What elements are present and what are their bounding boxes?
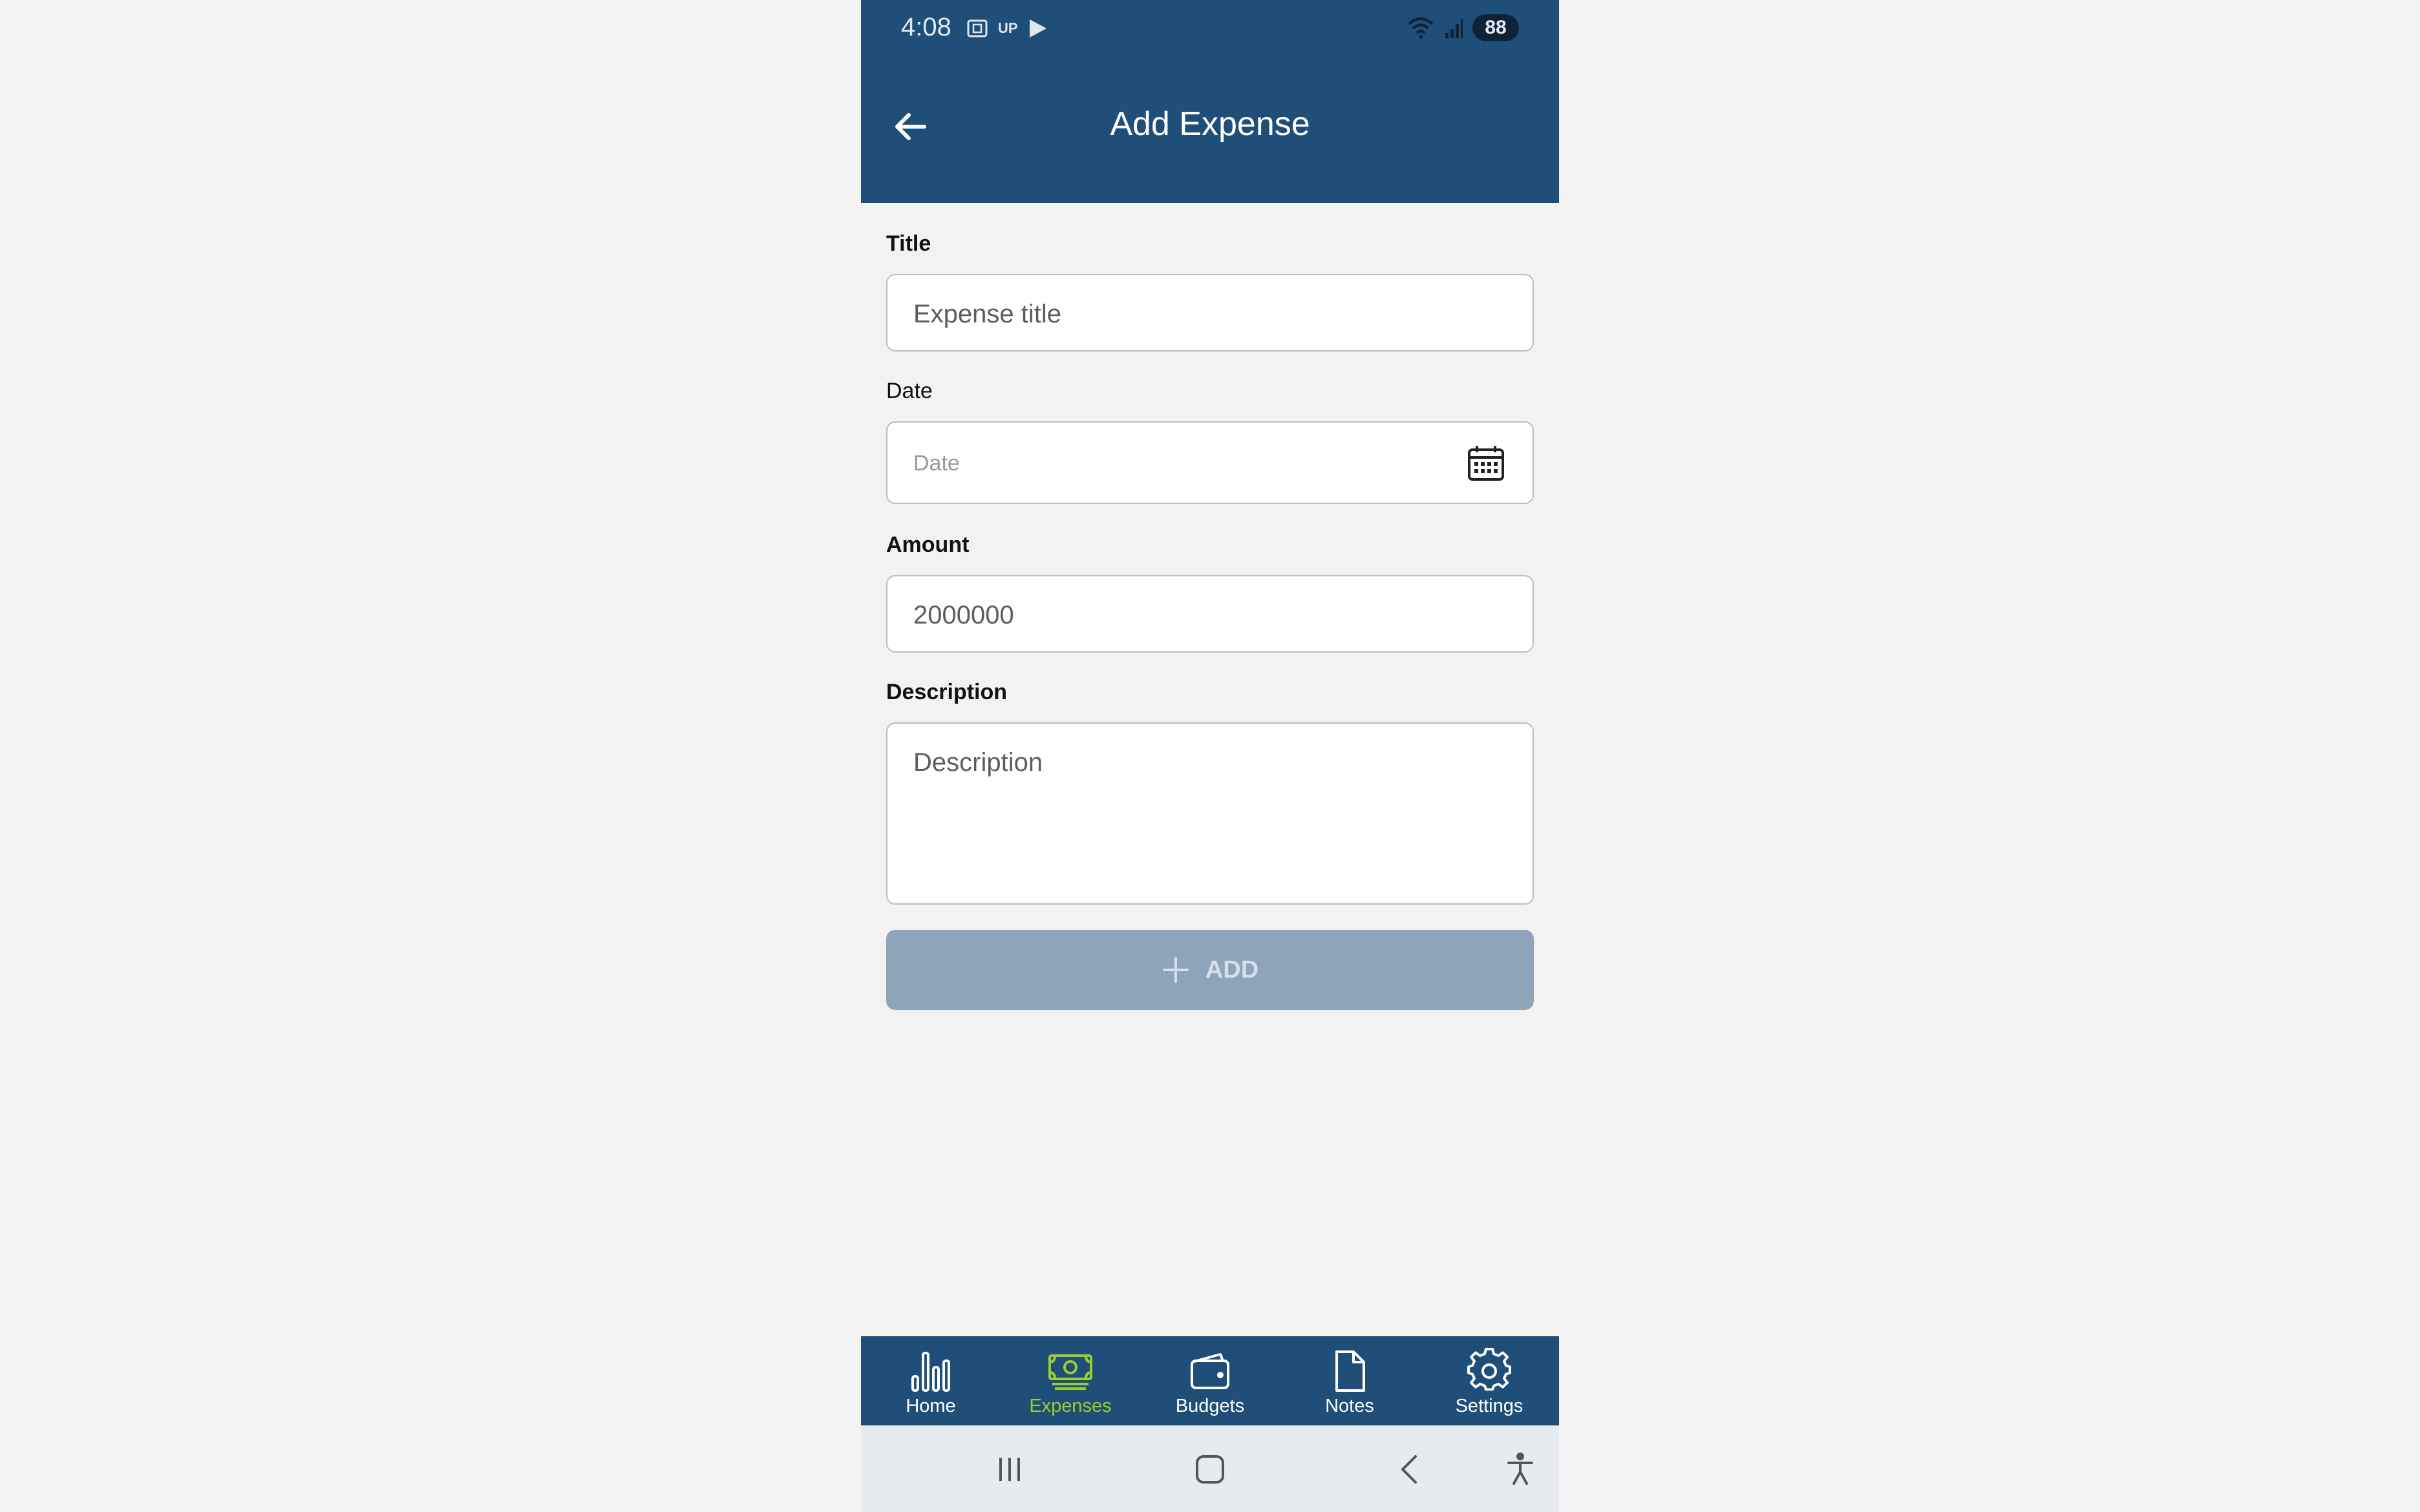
add-button-label: ADD xyxy=(1205,956,1259,983)
description-textarea[interactable]: Description xyxy=(886,722,1534,905)
nav-item-budgets[interactable]: Budgets xyxy=(1140,1336,1280,1425)
nav-item-home[interactable]: Home xyxy=(861,1336,1001,1425)
app-header: 4:08 UP 88 Add Expense xyxy=(861,0,1559,203)
description-placeholder: Description xyxy=(913,748,1043,777)
wallet-icon xyxy=(1191,1353,1229,1389)
nav-item-settings[interactable]: Settings xyxy=(1419,1336,1559,1425)
date-input[interactable]: Date xyxy=(886,421,1534,504)
screenshot-icon xyxy=(967,19,988,37)
description-label: Description xyxy=(886,680,1008,704)
nav-label-notes: Notes xyxy=(1325,1396,1374,1416)
recent-apps-icon[interactable] xyxy=(990,1450,1029,1489)
status-bar: 4:08 UP 88 xyxy=(861,0,1559,58)
back-nav-icon[interactable] xyxy=(1391,1450,1430,1489)
nav-item-expenses[interactable]: Expenses xyxy=(1001,1336,1140,1425)
status-notification-icons: UP xyxy=(964,16,1049,41)
phone-screen: 4:08 UP 88 Add Expense Title Expense tit… xyxy=(861,0,1559,1512)
date-label: Date xyxy=(886,379,933,403)
title-input[interactable]: Expense title xyxy=(886,274,1534,352)
amount-label: Amount xyxy=(886,532,970,557)
gear-icon xyxy=(1467,1348,1511,1391)
status-system-icons: 88 xyxy=(1406,14,1519,41)
amount-value: 2000000 xyxy=(913,601,1014,629)
play-icon xyxy=(1029,19,1046,37)
system-nav-bar xyxy=(861,1425,1559,1512)
home-icon[interactable] xyxy=(1191,1450,1229,1489)
battery-indicator: 88 xyxy=(1472,14,1519,41)
accessibility-icon[interactable] xyxy=(1501,1450,1540,1489)
carrier-icon: UP xyxy=(998,20,1018,36)
document-icon xyxy=(1335,1350,1365,1392)
date-placeholder: Date xyxy=(913,451,960,476)
amount-input[interactable]: 2000000 xyxy=(886,575,1534,653)
calendar-icon[interactable] xyxy=(1467,443,1505,482)
title-label: Title xyxy=(886,231,931,256)
title-placeholder: Expense title xyxy=(913,300,1062,328)
nav-label-settings: Settings xyxy=(1455,1396,1523,1416)
nav-label-budgets: Budgets xyxy=(1175,1396,1245,1416)
nav-label-expenses: Expenses xyxy=(1029,1396,1112,1416)
nav-label-home: Home xyxy=(906,1396,956,1416)
cash-icon xyxy=(1048,1354,1092,1390)
bottom-nav: Home Expenses Budgets Notes Settings xyxy=(861,1336,1559,1425)
signal-icon xyxy=(1445,19,1463,38)
nav-item-notes[interactable]: Notes xyxy=(1280,1336,1419,1425)
page-title: Add Expense xyxy=(1110,105,1310,143)
bar-chart-icon xyxy=(911,1352,950,1392)
plus-icon xyxy=(1162,957,1189,983)
status-time: 4:08 xyxy=(901,13,951,41)
add-button[interactable]: ADD xyxy=(886,930,1534,1010)
wifi-icon xyxy=(1408,17,1434,39)
